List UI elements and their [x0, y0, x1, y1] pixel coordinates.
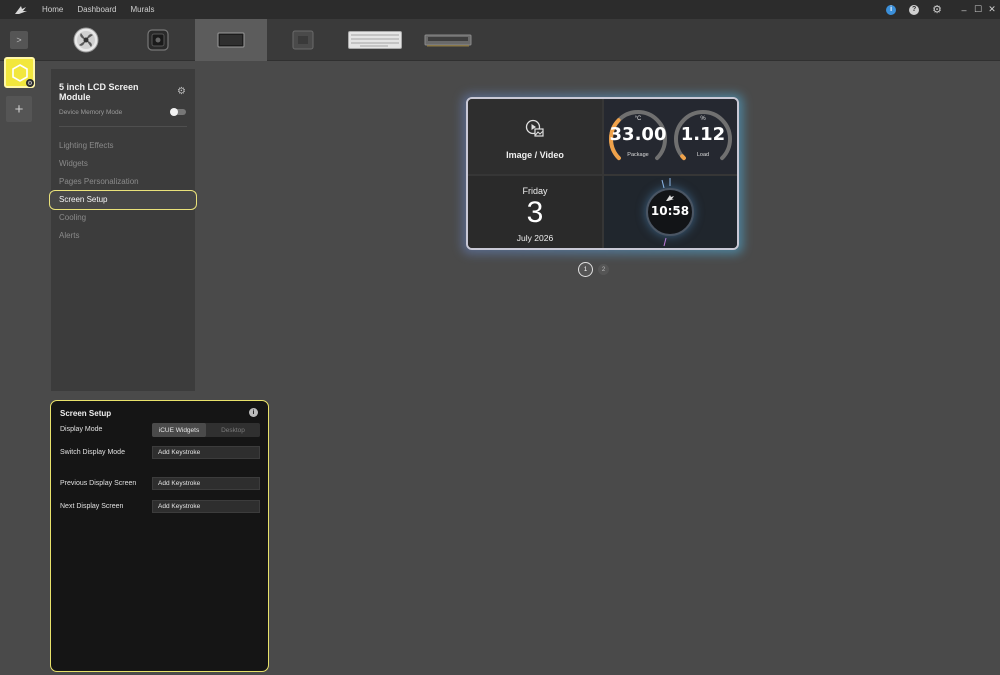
device-tile-lcd[interactable] — [195, 19, 267, 61]
close-button[interactable]: ✕ — [986, 4, 998, 15]
title-bar: Home Dashboard Murals i ? ⚙ – ☐ ✕ — [0, 0, 1000, 19]
menu-screen-setup[interactable]: Screen Setup — [49, 190, 197, 210]
info-notification-icon[interactable]: i — [886, 4, 897, 15]
device-sidebar: 5 inch LCD Screen Module ⚙ Device Memory… — [49, 69, 197, 391]
divider — [59, 126, 187, 127]
gauge-value: 33.00 — [609, 124, 667, 145]
nav-home[interactable]: Home — [42, 5, 63, 14]
date-month-year: July 2026 — [516, 233, 554, 243]
hub-device-icon — [292, 30, 314, 50]
nav-murals[interactable]: Murals — [130, 5, 154, 14]
display-mode-desktop[interactable]: Desktop — [206, 423, 260, 437]
toggle-knob — [170, 108, 178, 116]
info-icon[interactable]: i — [249, 408, 258, 417]
date-day: Friday — [522, 186, 548, 196]
gauge-label: Package — [627, 152, 649, 158]
display-mode-label: Display Mode — [60, 426, 103, 433]
minimize-button[interactable]: – — [958, 5, 970, 15]
menu-alerts[interactable]: Alerts — [59, 231, 79, 240]
page-indicator-1[interactable]: 1 — [578, 262, 593, 277]
gauge-unit: % — [700, 116, 706, 122]
rail-device-lcd[interactable]: ⚙ — [4, 57, 35, 88]
add-device-button[interactable]: + — [6, 96, 32, 122]
switch-display-mode-keystroke-field[interactable]: Add Keystroke — [152, 446, 260, 459]
load-gauge: % 1.12 Load — [671, 107, 735, 171]
previous-display-screen-label: Previous Display Screen — [60, 480, 137, 487]
device-tile-dram[interactable] — [420, 19, 476, 61]
date-number: 3 — [526, 196, 544, 229]
device-name: 5 inch LCD Screen Module — [59, 82, 139, 102]
page-indicator-2[interactable]: 2 — [598, 264, 609, 275]
switch-display-mode-label: Switch Display Mode — [60, 449, 125, 456]
maximize-button[interactable]: ☐ — [972, 4, 984, 15]
clock-face: 10:58 — [646, 188, 694, 236]
clock-time: 10:58 — [650, 204, 690, 218]
next-display-screen-label: Next Display Screen — [60, 503, 124, 510]
device-tile-fan[interactable] — [60, 19, 112, 61]
device-tile-hub[interactable] — [282, 19, 324, 61]
corsair-sails-icon — [666, 195, 674, 201]
image-video-label: Image / Video — [506, 150, 564, 160]
settings-gear-icon[interactable]: ⚙ — [932, 3, 942, 16]
device-settings-gear-icon[interactable]: ⚙ — [177, 86, 186, 97]
previous-display-screen-keystroke-field[interactable]: Add Keystroke — [152, 477, 260, 490]
menu-cooling[interactable]: Cooling — [59, 213, 86, 222]
fan-device-icon — [73, 27, 99, 53]
widget-image-video[interactable]: Image / Video — [468, 99, 602, 174]
device-tile-keyboard[interactable] — [346, 19, 404, 61]
package-temperature-gauge: °C 33.00 Package — [606, 107, 670, 171]
expand-sidebar-button[interactable]: > — [10, 31, 28, 49]
keyboard-device-icon — [348, 31, 402, 49]
gauge-label: Load — [696, 152, 710, 158]
device-memory-mode-toggle[interactable] — [170, 108, 186, 116]
display-mode-icue-widgets[interactable]: iCUE Widgets — [152, 423, 206, 437]
cooler-pump-device-icon — [147, 29, 169, 51]
menu-pages-personalization[interactable]: Pages Personalization — [59, 177, 139, 186]
device-tile-cooler[interactable] — [132, 19, 184, 61]
device-settings-badge-icon: ⚙ — [26, 79, 34, 87]
lcd-screen-device-icon — [217, 32, 245, 48]
lcd-preview: Image / Video °C 33.00 Package % 1.12 Lo… — [466, 97, 739, 250]
widget-clock[interactable]: 10:58 — [604, 176, 737, 248]
gauge-unit: °C — [634, 116, 642, 122]
device-strip: > — [0, 19, 1000, 61]
image-video-icon — [525, 119, 544, 137]
menu-lighting-effects[interactable]: Lighting Effects — [59, 141, 114, 150]
device-memory-mode-label: Device Memory Mode — [59, 109, 123, 116]
dram-device-icon — [424, 34, 472, 47]
widget-gauges[interactable]: °C 33.00 Package % 1.12 Load — [604, 99, 737, 174]
screen-setup-panel: Screen Setup i Display Mode iCUE Widgets… — [50, 400, 269, 672]
menu-widgets[interactable]: Widgets — [59, 159, 88, 168]
display-mode-selector: iCUE Widgets Desktop — [152, 423, 260, 437]
gauge-value: 1.12 — [680, 124, 726, 145]
screen-setup-title: Screen Setup — [60, 409, 112, 418]
help-icon[interactable]: ? — [909, 4, 920, 15]
nav-dashboard[interactable]: Dashboard — [77, 5, 116, 14]
corsair-logo-icon[interactable] — [8, 0, 34, 19]
widget-date[interactable]: Friday 3 July 2026 — [468, 176, 602, 248]
next-display-screen-keystroke-field[interactable]: Add Keystroke — [152, 500, 260, 513]
